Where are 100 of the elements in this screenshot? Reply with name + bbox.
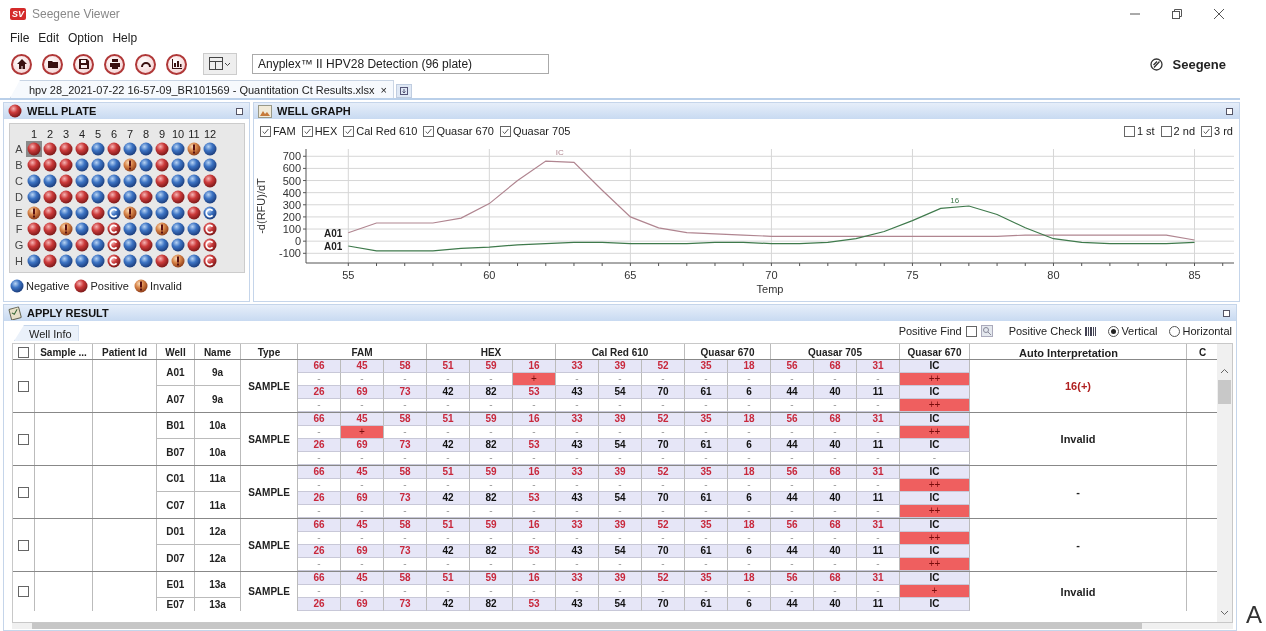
negative-well-icon[interactable] xyxy=(203,158,217,172)
tab-close[interactable]: × xyxy=(380,83,387,96)
positive-well-icon[interactable] xyxy=(27,142,41,156)
menu-item[interactable]: File xyxy=(10,31,30,45)
negative-well-icon[interactable] xyxy=(123,174,137,188)
positive-well-icon[interactable] xyxy=(155,254,169,268)
negative-well-icon[interactable] xyxy=(123,142,137,156)
scrollbar-thumb[interactable] xyxy=(1218,380,1231,404)
invalid-well-icon[interactable] xyxy=(155,222,169,236)
negative-well-icon[interactable] xyxy=(123,222,137,236)
control-well-icon[interactable] xyxy=(203,206,217,220)
positive-well-icon[interactable] xyxy=(43,222,57,236)
negative-well-icon[interactable] xyxy=(171,142,185,156)
negative-well-icon[interactable] xyxy=(203,190,217,204)
checkbox[interactable] xyxy=(499,125,511,137)
scroll-up-icon[interactable] xyxy=(1220,368,1229,374)
negative-well-icon[interactable] xyxy=(91,238,105,252)
negative-well-icon[interactable] xyxy=(171,158,185,172)
positive-well-icon[interactable] xyxy=(75,142,89,156)
positive-well-icon[interactable] xyxy=(59,190,73,204)
control-well-icon[interactable] xyxy=(203,254,217,268)
save-button[interactable] xyxy=(73,53,94,75)
checkbox[interactable] xyxy=(423,125,435,137)
positive-find-checkbox[interactable] xyxy=(965,325,977,337)
invalid-well-icon[interactable] xyxy=(59,222,73,236)
positive-well-icon[interactable] xyxy=(139,190,153,204)
scroll-down-icon[interactable] xyxy=(1220,610,1229,616)
positive-well-icon[interactable] xyxy=(139,238,153,252)
negative-well-icon[interactable] xyxy=(75,158,89,172)
row-checkbox[interactable] xyxy=(18,486,29,498)
negative-well-icon[interactable] xyxy=(43,174,57,188)
negative-well-icon[interactable] xyxy=(139,142,153,156)
print-button[interactable] xyxy=(104,53,125,75)
row-checkbox[interactable] xyxy=(18,380,29,392)
negative-well-icon[interactable] xyxy=(139,158,153,172)
positive-well-icon[interactable] xyxy=(27,238,41,252)
positive-well-icon[interactable] xyxy=(155,174,169,188)
positive-well-icon[interactable] xyxy=(59,158,73,172)
maximize-icon[interactable] xyxy=(1226,107,1233,115)
negative-well-icon[interactable] xyxy=(155,206,169,220)
open-button[interactable] xyxy=(42,53,63,75)
negative-well-icon[interactable] xyxy=(203,142,217,156)
tab-list-button[interactable] xyxy=(395,84,412,98)
positive-well-icon[interactable] xyxy=(27,222,41,236)
positive-well-icon[interactable] xyxy=(27,158,41,172)
negative-well-icon[interactable] xyxy=(91,174,105,188)
menu-item[interactable]: Option xyxy=(68,31,104,45)
control-well-icon[interactable] xyxy=(107,206,121,220)
positive-well-icon[interactable] xyxy=(187,206,201,220)
negative-well-icon[interactable] xyxy=(91,190,105,204)
negative-well-icon[interactable] xyxy=(27,174,41,188)
negative-well-icon[interactable] xyxy=(75,254,89,268)
negative-well-icon[interactable] xyxy=(59,254,73,268)
positive-well-icon[interactable] xyxy=(43,158,57,172)
maximize-icon[interactable] xyxy=(236,107,243,115)
positive-well-icon[interactable] xyxy=(91,222,105,236)
negative-well-icon[interactable] xyxy=(171,174,185,188)
negative-well-icon[interactable] xyxy=(171,222,185,236)
positive-well-icon[interactable] xyxy=(59,174,73,188)
home-button[interactable] xyxy=(11,53,32,75)
negative-well-icon[interactable] xyxy=(155,190,169,204)
select-all-checkbox[interactable] xyxy=(18,347,29,358)
negative-well-icon[interactable] xyxy=(155,238,169,252)
positive-well-icon[interactable] xyxy=(75,190,89,204)
menu-item[interactable]: Edit xyxy=(38,31,60,45)
positive-well-icon[interactable] xyxy=(155,142,169,156)
negative-well-icon[interactable] xyxy=(59,238,73,252)
invalid-well-icon[interactable] xyxy=(171,254,185,268)
positive-well-icon[interactable] xyxy=(43,238,57,252)
negative-well-icon[interactable] xyxy=(123,238,137,252)
negative-well-icon[interactable] xyxy=(75,174,89,188)
control-well-icon[interactable] xyxy=(107,222,121,236)
row-checkbox[interactable] xyxy=(18,433,29,445)
positive-well-icon[interactable] xyxy=(171,190,185,204)
negative-well-icon[interactable] xyxy=(75,206,89,220)
control-well-icon[interactable] xyxy=(203,222,217,236)
checkbox[interactable] xyxy=(1123,125,1135,137)
checkbox[interactable] xyxy=(260,125,271,137)
document-tab[interactable]: hpv 28_2021-07-22 16-57-09_BR101569 - Quantitation Ct Results.xlsx × xyxy=(10,80,394,98)
checkbox[interactable] xyxy=(1201,125,1213,137)
control-well-icon[interactable] xyxy=(107,238,121,252)
negative-well-icon[interactable] xyxy=(171,206,185,220)
negative-well-icon[interactable] xyxy=(139,254,153,268)
negative-well-icon[interactable] xyxy=(75,222,89,236)
positive-well-icon[interactable] xyxy=(107,190,121,204)
control-well-icon[interactable] xyxy=(107,254,121,268)
negative-well-icon[interactable] xyxy=(107,158,121,172)
positive-well-icon[interactable] xyxy=(59,142,73,156)
layout-dropdown[interactable] xyxy=(203,53,237,75)
positive-well-icon[interactable] xyxy=(43,206,57,220)
positive-well-icon[interactable] xyxy=(43,254,57,268)
invalid-well-icon[interactable] xyxy=(123,206,137,220)
barcode-icon[interactable] xyxy=(1085,326,1097,336)
invalid-well-icon[interactable] xyxy=(27,206,41,220)
assay-field[interactable]: Anyplex™ II HPV28 Detection (96 plate) xyxy=(252,54,549,74)
positive-well-icon[interactable] xyxy=(187,190,201,204)
menu-item[interactable]: Help xyxy=(112,31,138,45)
negative-well-icon[interactable] xyxy=(171,238,185,252)
row-checkbox[interactable] xyxy=(18,539,29,551)
positive-well-icon[interactable] xyxy=(91,206,105,220)
